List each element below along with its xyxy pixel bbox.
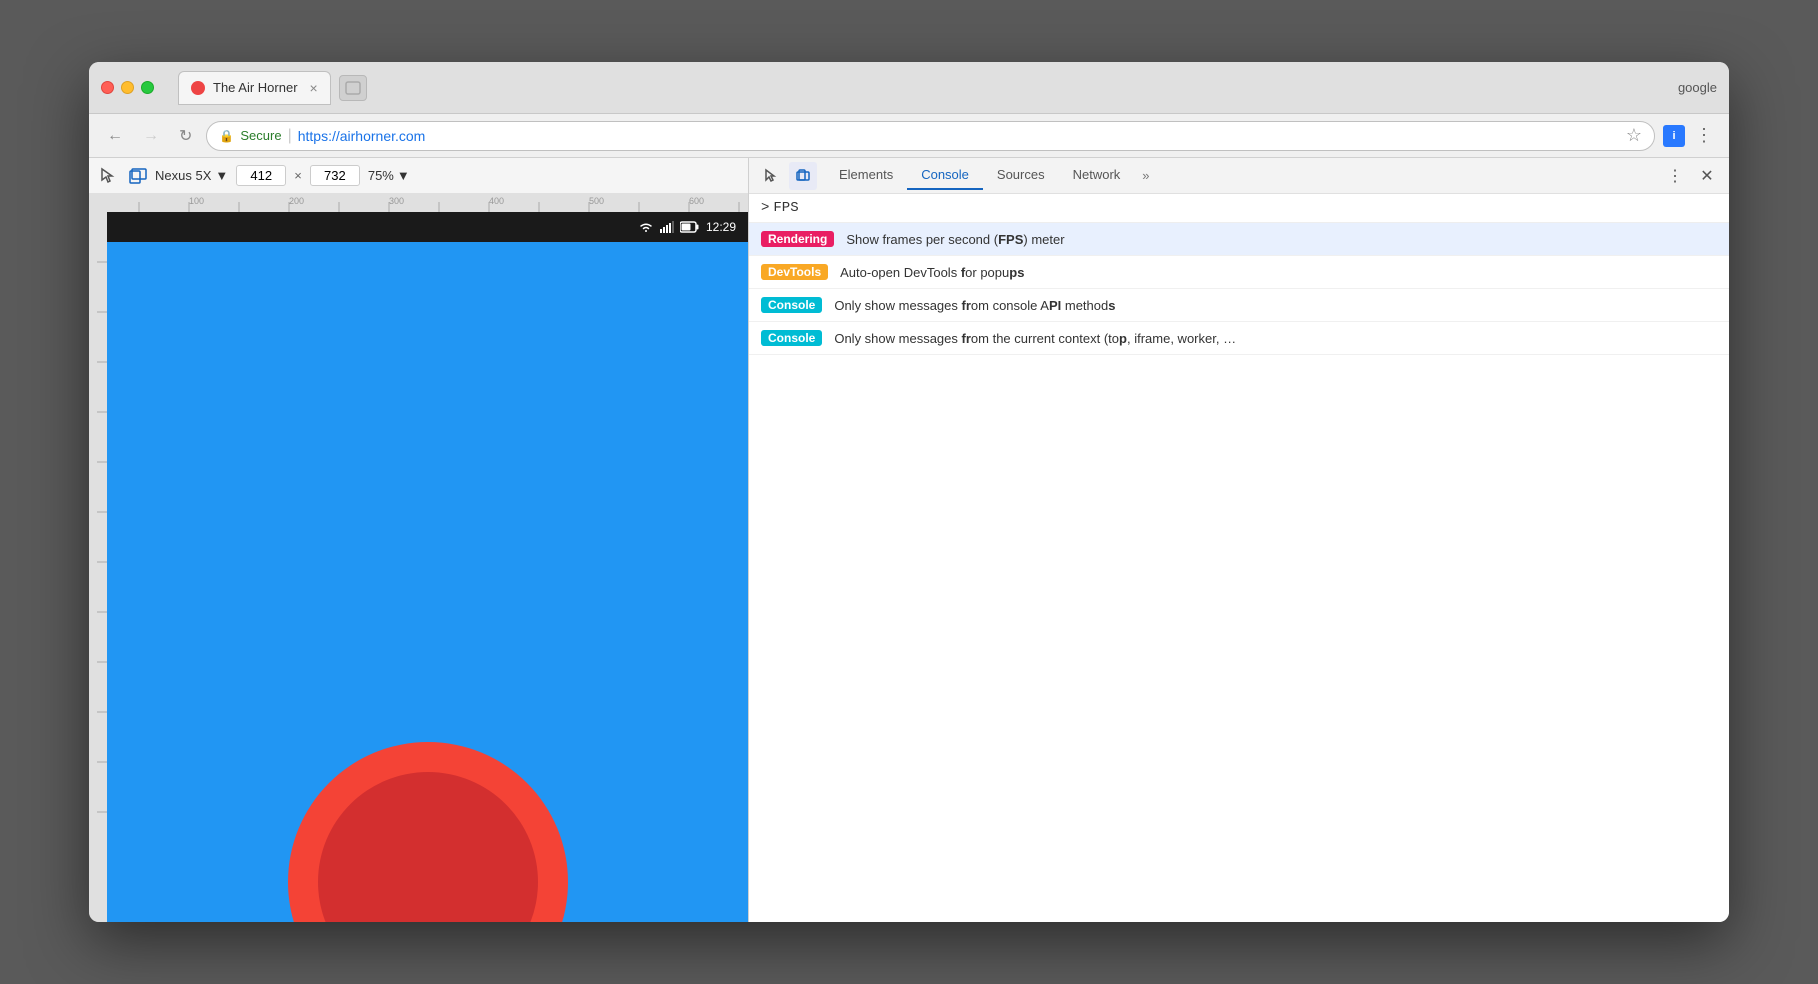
device-selector[interactable]: Nexus 5X ▼ (155, 168, 228, 183)
tab-favicon (191, 81, 205, 95)
device-name: Nexus 5X (155, 168, 211, 183)
zoom-dropdown-icon: ▼ (397, 168, 410, 183)
nav-bar: ← → ↻ 🔒 Secure | https://airhorner.com ☆… (89, 114, 1729, 158)
left-ruler (89, 212, 107, 922)
console-area: > Rendering Show frames per second (FPS)… (749, 194, 1729, 922)
google-account: google (1678, 80, 1717, 95)
extension-icon[interactable]: i (1663, 125, 1685, 147)
rendering-badge: Rendering (761, 231, 834, 247)
devtools-close-button[interactable]: ✕ (1693, 162, 1721, 190)
wifi-icon (638, 221, 654, 233)
new-tab-button[interactable] (339, 75, 367, 101)
mobile-time: 12:29 (706, 220, 736, 234)
autocomplete-item-console-2[interactable]: Console Only show messages from the curr… (749, 322, 1729, 355)
devtools-badge: DevTools (761, 264, 828, 280)
more-menu-button[interactable]: ⋮ (1691, 123, 1717, 148)
device-mode-button[interactable] (789, 162, 817, 190)
mobile-viewport: 12:29 (89, 212, 748, 922)
width-input[interactable] (236, 165, 286, 186)
tab-console[interactable]: Console (907, 161, 983, 190)
address-separator: | (288, 127, 292, 145)
new-tab-icon (345, 81, 361, 95)
minimize-button[interactable] (121, 81, 134, 94)
autocomplete-item-console-1[interactable]: Console Only show messages from console … (749, 289, 1729, 322)
reload-button[interactable]: ↻ (173, 122, 198, 150)
mobile-status-bar: 12:29 (107, 212, 748, 242)
autocomplete-list: Rendering Show frames per second (FPS) m… (749, 223, 1729, 922)
ruler-strip: 100 200 300 400 500 600 (89, 194, 748, 212)
mobile-app-content (107, 242, 748, 922)
mobile-screen-area: 12:29 (107, 212, 748, 922)
tab-network[interactable]: Network (1059, 161, 1135, 190)
height-input[interactable] (310, 165, 360, 186)
console-prompt: > (761, 200, 769, 216)
horn-circle-outer (288, 742, 568, 922)
mobile-icon (795, 168, 811, 184)
devtools-panel: Elements Console Sources Network » ⋮ (749, 158, 1729, 922)
nav-right: i ⋮ (1663, 123, 1717, 148)
tab-title: The Air Horner (213, 80, 298, 95)
zoom-selector[interactable]: 75% ▼ (368, 168, 410, 183)
tab-elements[interactable]: Elements (825, 161, 907, 190)
cursor-icon (763, 168, 779, 184)
autocomplete-text-1: Show frames per second (FPS) meter (846, 232, 1064, 247)
inspect-element-button[interactable] (757, 162, 785, 190)
maximize-button[interactable] (141, 81, 154, 94)
autocomplete-item-rendering[interactable]: Rendering Show frames per second (FPS) m… (749, 223, 1729, 256)
devtools-header: Elements Console Sources Network » ⋮ (749, 158, 1729, 194)
forward-button[interactable]: → (137, 123, 165, 149)
devtools-more-button[interactable]: ⋮ (1661, 162, 1689, 190)
bookmark-icon[interactable]: ☆ (1626, 125, 1642, 146)
autocomplete-item-devtools[interactable]: DevTools Auto-open DevTools for popups (749, 256, 1729, 289)
back-button[interactable]: ← (101, 123, 129, 149)
ruler-svg: 100 200 300 400 500 600 (89, 194, 748, 212)
autocomplete-text-4: Only show messages from the current cont… (834, 331, 1236, 346)
autocomplete-text-2: Auto-open DevTools for popups (840, 265, 1024, 280)
responsive-icon[interactable] (127, 166, 147, 186)
console-badge-2: Console (761, 330, 822, 346)
devtools-tabs: Elements Console Sources Network » (825, 161, 1657, 190)
svg-text:300: 300 (389, 196, 404, 206)
tab-sources[interactable]: Sources (983, 161, 1059, 190)
console-badge-1: Console (761, 297, 822, 313)
browser-window: The Air Horner × google ← → ↻ 🔒 Secure |… (89, 62, 1729, 922)
console-input-field[interactable] (773, 200, 1717, 216)
url-text: https://airhorner.com (298, 128, 426, 144)
device-toolbar: Nexus 5X ▼ × 75% ▼ (89, 158, 748, 194)
tab-area: The Air Horner × (178, 71, 1670, 105)
more-tabs-button[interactable]: » (1134, 162, 1157, 189)
page-content-left: Nexus 5X ▼ × 75% ▼ (89, 158, 749, 922)
secure-label: Secure (240, 128, 281, 143)
select-element-icon[interactable] (99, 166, 119, 186)
console-input-row: > (749, 194, 1729, 223)
svg-text:600: 600 (689, 196, 704, 206)
signal-icon (660, 221, 674, 233)
content-area: Nexus 5X ▼ × 75% ▼ (89, 158, 1729, 922)
svg-text:200: 200 (289, 196, 304, 206)
address-bar[interactable]: 🔒 Secure | https://airhorner.com ☆ (206, 121, 1655, 151)
svg-text:100: 100 (189, 196, 204, 206)
svg-text:500: 500 (589, 196, 604, 206)
lock-icon: 🔒 (219, 129, 234, 143)
close-button[interactable] (101, 81, 114, 94)
traffic-lights (101, 81, 154, 94)
battery-icon (680, 221, 700, 233)
horn-circle-inner (318, 772, 538, 922)
devtools-header-right: ⋮ ✕ (1661, 162, 1721, 190)
dimension-separator: × (294, 168, 302, 183)
title-bar: The Air Horner × google (89, 62, 1729, 114)
browser-tab[interactable]: The Air Horner × (178, 71, 331, 105)
autocomplete-text-3: Only show messages from console API meth… (834, 298, 1115, 313)
device-dropdown-icon: ▼ (215, 168, 228, 183)
svg-text:400: 400 (489, 196, 504, 206)
zoom-value: 75% (368, 168, 394, 183)
tab-close-button[interactable]: × (310, 80, 318, 96)
